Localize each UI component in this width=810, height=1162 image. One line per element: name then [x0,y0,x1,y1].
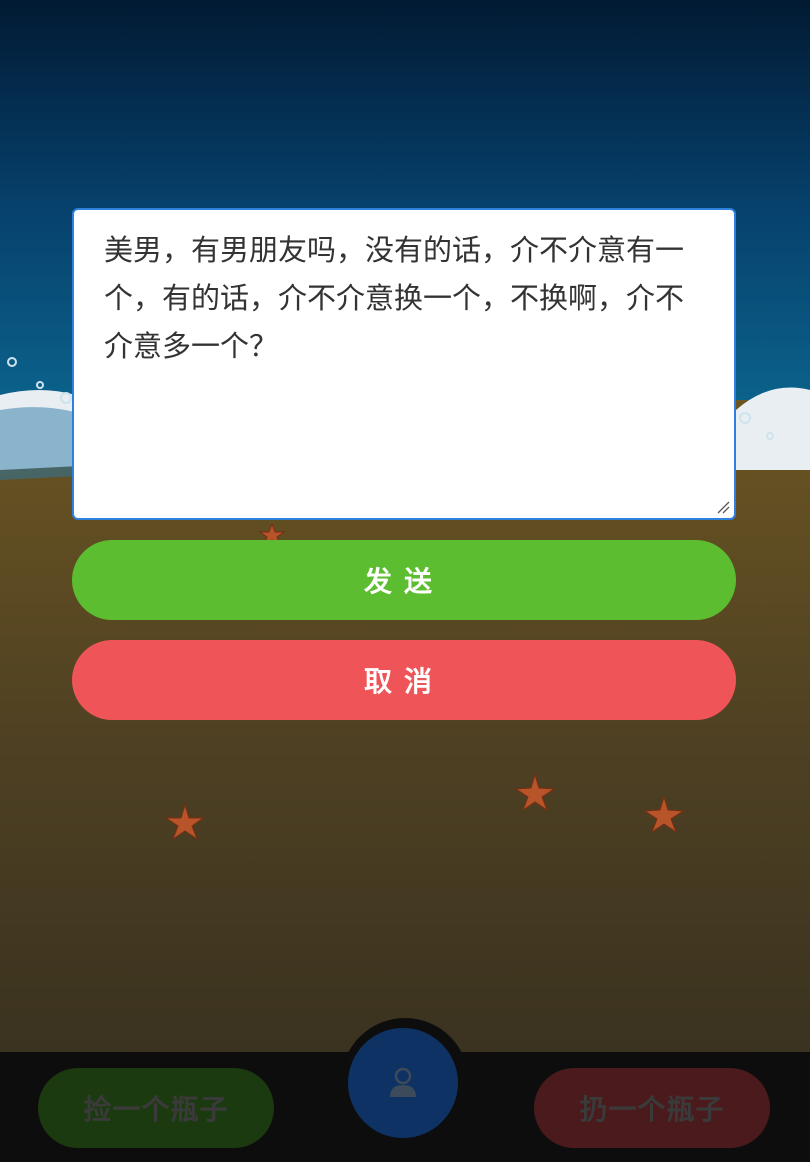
throw-bottle-button[interactable]: 扔一个瓶子 [534,1068,770,1148]
user-icon [390,1067,416,1097]
message-input[interactable]: 美男，有男朋友吗，没有的话，介不介意有一个，有的话，介不介意换一个，不换啊，介不… [72,208,736,520]
cancel-button[interactable]: 取消 [72,640,736,720]
dialog-overlay [0,0,810,1052]
resize-handle-icon[interactable] [716,500,730,514]
pick-bottle-button[interactable]: 捡一个瓶子 [38,1068,274,1148]
send-button[interactable]: 发送 [72,540,736,620]
message-text: 美男，有男朋友吗，没有的话，介不介意有一个，有的话，介不介意换一个，不换啊，介不… [104,233,685,363]
